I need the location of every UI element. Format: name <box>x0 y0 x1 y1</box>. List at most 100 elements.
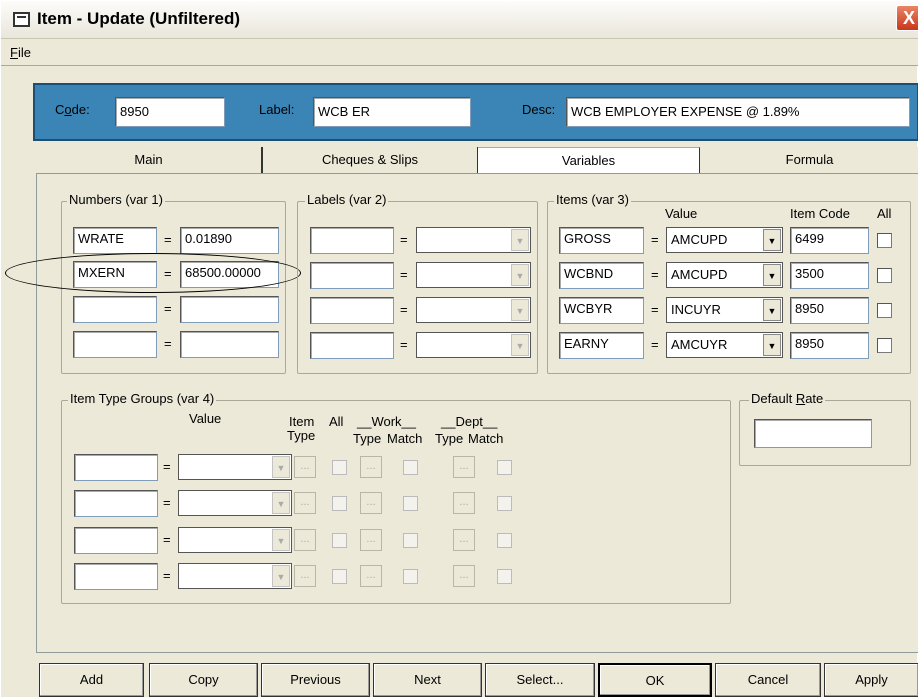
itg-value-combo-1[interactable]: ▼ <box>178 454 292 480</box>
number-value-4[interactable] <box>180 331 279 358</box>
itg-dept-type-button-4[interactable]: ... <box>453 565 475 587</box>
label-value-combo-2[interactable]: ▼ <box>416 262 531 288</box>
label-value-combo-4[interactable]: ▼ <box>416 332 531 358</box>
apply-button[interactable]: Apply <box>824 663 918 697</box>
chevron-down-icon[interactable]: ▼ <box>511 334 529 356</box>
itg-work-type-button-2[interactable]: ... <box>360 492 382 514</box>
equals-sign: = <box>400 302 408 317</box>
item-name-4[interactable]: EARNY <box>559 332 644 359</box>
itg-name-4[interactable] <box>74 563 158 590</box>
itg-item-type-button-4[interactable]: ... <box>294 565 316 587</box>
default-rate-field[interactable] <box>754 419 872 448</box>
label-value-combo-1[interactable]: ▼ <box>416 227 531 253</box>
item-value-combo-1[interactable]: AMCUPD ▼ <box>666 227 783 253</box>
itg-value-combo-4[interactable]: ▼ <box>178 563 292 589</box>
equals-sign: = <box>163 459 171 474</box>
itg-dept-match-checkbox-4[interactable] <box>497 569 512 584</box>
copy-button[interactable]: Copy <box>149 663 258 697</box>
itg-all-checkbox-3[interactable] <box>332 533 347 548</box>
chevron-down-icon[interactable]: ▼ <box>272 565 290 587</box>
itg-name-1[interactable] <box>74 454 158 481</box>
item-all-checkbox-1[interactable] <box>877 233 892 248</box>
item-value-combo-3[interactable]: INCUYR ▼ <box>666 297 783 323</box>
itg-name-3[interactable] <box>74 527 158 554</box>
chevron-down-icon[interactable]: ▼ <box>511 264 529 286</box>
number-value-1[interactable]: 0.01890 <box>180 227 279 254</box>
itg-item-type-button-3[interactable]: ... <box>294 529 316 551</box>
tab-formula[interactable]: Formula <box>700 147 918 174</box>
itg-name-2[interactable] <box>74 490 158 517</box>
itg-work-type-button-1[interactable]: ... <box>360 456 382 478</box>
item-name-2[interactable]: WCBND <box>559 262 644 289</box>
chevron-down-icon[interactable]: ▼ <box>763 334 781 356</box>
itg-value-combo-2[interactable]: ▼ <box>178 490 292 516</box>
label-name-4[interactable] <box>310 332 394 359</box>
itg-dept-type-button-3[interactable]: ... <box>453 529 475 551</box>
itg-all-checkbox-4[interactable] <box>332 569 347 584</box>
itg-dept-match-checkbox-3[interactable] <box>497 533 512 548</box>
itg-work-match-checkbox-3[interactable] <box>403 533 418 548</box>
equals-sign: = <box>164 232 172 247</box>
item-value-combo-4[interactable]: AMCUYR ▼ <box>666 332 783 358</box>
chevron-down-icon[interactable]: ▼ <box>763 229 781 251</box>
window-title: Item - Update (Unfiltered) <box>37 9 241 28</box>
close-icon[interactable]: X <box>896 5 918 31</box>
number-name-1[interactable]: WRATE <box>73 227 157 254</box>
tab-main[interactable]: Main <box>36 147 262 174</box>
item-name-1[interactable]: GROSS <box>559 227 644 254</box>
item-all-checkbox-3[interactable] <box>877 303 892 318</box>
itg-dept-type-button-2[interactable]: ... <box>453 492 475 514</box>
previous-button[interactable]: Previous <box>261 663 370 697</box>
chevron-down-icon[interactable]: ▼ <box>511 299 529 321</box>
number-name-4[interactable] <box>73 331 157 358</box>
item-name-3[interactable]: WCBYR <box>559 297 644 324</box>
chevron-down-icon[interactable]: ▼ <box>272 456 290 478</box>
label-field[interactable]: WCB ER <box>313 97 471 127</box>
title-bar: Item - Update (Unfiltered) X <box>1 1 918 39</box>
ok-button[interactable]: OK <box>598 663 712 697</box>
itg-col-dept: __Dept__ <box>441 414 498 429</box>
desc-field[interactable]: WCB EMPLOYER EXPENSE @ 1.89% <box>566 97 910 127</box>
itg-value-combo-3[interactable]: ▼ <box>178 527 292 553</box>
code-field[interactable]: 8950 <box>115 97 225 127</box>
itg-work-match-checkbox-1[interactable] <box>403 460 418 475</box>
itg-dept-match-checkbox-2[interactable] <box>497 496 512 511</box>
tab-variables[interactable]: Variables <box>478 147 700 174</box>
chevron-down-icon[interactable]: ▼ <box>763 299 781 321</box>
itg-work-match-checkbox-4[interactable] <box>403 569 418 584</box>
tab-cheques-slips[interactable]: Cheques & Slips <box>262 147 478 174</box>
chevron-down-icon[interactable]: ▼ <box>272 529 290 551</box>
chevron-down-icon[interactable]: ▼ <box>763 264 781 286</box>
number-value-2[interactable]: 68500.00000 <box>180 261 279 288</box>
itg-work-type-button-4[interactable]: ... <box>360 565 382 587</box>
item-code-2[interactable]: 3500 <box>790 262 869 289</box>
item-all-checkbox-4[interactable] <box>877 338 892 353</box>
itg-item-type-button-2[interactable]: ... <box>294 492 316 514</box>
item-all-checkbox-2[interactable] <box>877 268 892 283</box>
label-value-combo-3[interactable]: ▼ <box>416 297 531 323</box>
number-name-3[interactable] <box>73 296 157 323</box>
add-button[interactable]: Add <box>39 663 144 697</box>
chevron-down-icon[interactable]: ▼ <box>511 229 529 251</box>
itg-all-checkbox-1[interactable] <box>332 460 347 475</box>
label-name-2[interactable] <box>310 262 394 289</box>
itg-work-type-button-3[interactable]: ... <box>360 529 382 551</box>
select-button[interactable]: Select... <box>485 663 595 697</box>
chevron-down-icon[interactable]: ▼ <box>272 492 290 514</box>
menu-file[interactable]: File <box>10 45 31 60</box>
label-name-1[interactable] <box>310 227 394 254</box>
number-value-3[interactable] <box>180 296 279 323</box>
item-code-4[interactable]: 8950 <box>790 332 869 359</box>
item-code-3[interactable]: 8950 <box>790 297 869 324</box>
itg-all-checkbox-2[interactable] <box>332 496 347 511</box>
number-name-2[interactable]: MXERN <box>73 261 157 288</box>
item-code-1[interactable]: 6499 <box>790 227 869 254</box>
item-value-combo-2[interactable]: AMCUPD ▼ <box>666 262 783 288</box>
cancel-button[interactable]: Cancel <box>715 663 821 697</box>
itg-work-match-checkbox-2[interactable] <box>403 496 418 511</box>
itg-item-type-button-1[interactable]: ... <box>294 456 316 478</box>
label-name-3[interactable] <box>310 297 394 324</box>
itg-dept-type-button-1[interactable]: ... <box>453 456 475 478</box>
itg-dept-match-checkbox-1[interactable] <box>497 460 512 475</box>
next-button[interactable]: Next <box>373 663 482 697</box>
